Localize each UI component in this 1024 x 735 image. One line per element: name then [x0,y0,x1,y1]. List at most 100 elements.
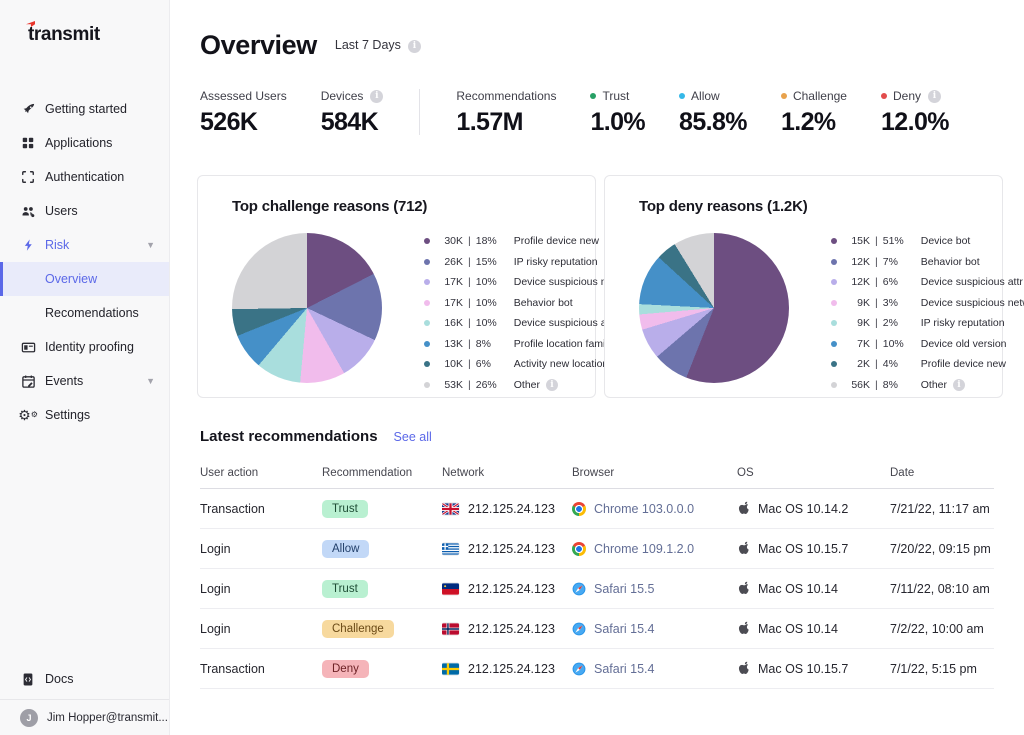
legend-label: Device suspicious network [920,296,1024,309]
info-icon[interactable]: i [546,378,558,391]
user-account-menu[interactable]: J Jim Hopper@transmit... [0,699,169,735]
sidebar-item-getting-started[interactable]: Getting started [0,92,169,126]
apple-icon [737,661,750,676]
legend-value: 15K [851,235,870,248]
column-header-os: OS [737,466,754,479]
legend-color-dot [831,258,837,265]
main-content: Overview Last 7 Days i Assessed Users 526K… [170,0,1024,735]
date-cell: 7/21/22, 11:17 am [890,502,994,516]
legend-percent: 8% [475,337,491,350]
chart-legend: 15K | 51% Device bot 12K | 7% Behavior bot 12K | 6… [831,231,1024,395]
legend-value: 13K [444,337,463,350]
chevron-down-icon[interactable]: ▼ [146,240,155,250]
browser-cell: Safari 15.4 [572,662,737,676]
legend-item[interactable]: 12K | 7% Behavior bot [831,252,1024,273]
ip-address: 212.125.24.123 [468,621,555,636]
column-header-recommendation: Recommendation [322,466,413,479]
legend-percent: 3% [882,296,898,309]
browser-version-link[interactable]: Safari 15.5 [594,582,654,596]
sidebar-item-identity-proofing[interactable]: Identity proofing [0,330,169,364]
stats-divider [419,89,421,135]
legend-label: Activity new location [513,358,609,371]
stat-label-text: Devices [320,89,364,103]
legend-separator: | [468,235,471,248]
stat-label: Trust [590,89,645,103]
sidebar-item-overview[interactable]: Overview [0,262,169,296]
legend-separator: | [468,378,471,391]
legend-value: 12K [851,255,870,268]
sidebar-item-label: Applications [45,136,113,150]
transmit-logo[interactable]: transmit [26,21,169,46]
sidebar-item-risk[interactable]: Risk ▼ [0,228,169,262]
sidebar-item-applications[interactable]: Applications [0,126,169,160]
sidebar-item-settings[interactable]: ⚙ ⚙ Settings [0,398,169,432]
legend-item[interactable]: 7K | 10% Device old version [831,334,1024,355]
legend-color-dot [424,340,430,347]
legend-label: Device suspicious attr [920,276,1023,289]
table-row[interactable]: Login Allow 212.125.24.123 Chrome 109.1.2.0… [200,529,994,569]
info-icon[interactable]: i [370,89,384,103]
stat-assessed-users: Assessed Users 526K [200,89,287,137]
legend-label: IP risky reputation [920,317,1005,330]
table-row[interactable]: Transaction Deny 212.125.24.123 Safari 15.4… [200,649,994,689]
calendar-icon [20,373,36,389]
browser-version-link[interactable]: Chrome 109.1.2.0 [594,542,694,556]
os-version-text: Mac OS 10.14 [758,581,838,596]
recommendation-badge: Allow [322,539,370,558]
stat-label-text: Trust [602,89,630,103]
ip-address: 212.125.24.123 [468,581,555,596]
legend-color-dot [831,238,837,245]
period-selector[interactable]: Last 7 Days i [335,38,421,53]
challenge-reasons-pie-chart[interactable] [232,233,382,383]
legend-item[interactable]: 56K | 8% Other i [831,375,1024,396]
chevron-down-icon[interactable]: ▼ [146,376,155,386]
table-row[interactable]: Login Challenge 212.125.24.123 Safari 15.4 M… [200,609,994,649]
legend-separator: | [468,296,471,309]
legend-item[interactable]: 2K | 4% Profile device new [831,354,1024,375]
sidebar-item-events[interactable]: Events ▼ [0,364,169,398]
stats-row: Assessed Users 526K Devices i 584K Recommenda… [200,89,1024,137]
latest-recommendations-heading: Latest recommendations [200,428,378,445]
table-row[interactable]: Login Trust 212.125.24.123 Safari 15.5 Mac O… [200,569,994,609]
date-cell: 7/11/22, 08:10 am [890,582,994,596]
legend-separator: | [875,378,878,391]
legend-label: IP risky reputation [513,255,598,268]
frame-icon [20,169,36,185]
info-icon[interactable]: i [928,89,941,103]
legend-item[interactable]: 9K | 2% IP risky reputation [831,313,1024,334]
pie-cards-row: Top challenge reasons (712) 30K | 18% Profi… [197,175,1024,398]
browser-cell: Chrome 103.0.0.0 [572,501,737,516]
see-all-link[interactable]: See all [394,430,432,444]
info-icon[interactable]: i [953,378,965,391]
sidebar-item-authentication[interactable]: Authentication [0,160,169,194]
sidebar-item-recomendations[interactable]: Recomendations [0,296,169,330]
legend-item[interactable]: 15K | 51% Device bot [831,231,1024,252]
legend-color-dot [424,258,430,265]
date-text: 7/21/22, 11:17 am [890,501,990,516]
legend-value: 53K [444,378,463,391]
legend-percent: 7% [882,255,898,268]
recommendation-badge: Trust [322,579,368,598]
sidebar-item-users[interactable]: Users [0,194,169,228]
browser-version-link[interactable]: Safari 15.4 [594,662,654,676]
user-action-text: Login [200,621,231,636]
legend-label: Profile device new [513,235,599,248]
legend-item[interactable]: 12K | 6% Device suspicious attr [831,272,1024,293]
column-header-user-action: User action [200,466,259,479]
user-action-cell: Transaction [200,662,322,676]
legend-percent: 6% [475,358,491,371]
legend-item[interactable]: 9K | 3% Device suspicious network [831,293,1024,314]
legend-percent: 2% [882,317,898,330]
table-row[interactable]: Transaction Trust 212.125.24.123 Chrome 103… [200,489,994,529]
sidebar-item-docs[interactable]: Docs [0,659,169,699]
legend-separator: | [875,255,878,268]
legend-label: Other [513,378,540,391]
stat-label-text: Recommendations [456,89,557,103]
info-icon[interactable]: i [407,39,421,53]
deny-reasons-pie-chart[interactable] [639,233,789,383]
recommendation-badge: Trust [322,499,368,518]
browser-version-link[interactable]: Chrome 103.0.0.0 [594,502,694,516]
sidebar-item-label: Docs [45,672,74,686]
browser-version-link[interactable]: Safari 15.4 [594,622,654,636]
legend-label: Other [920,378,947,391]
